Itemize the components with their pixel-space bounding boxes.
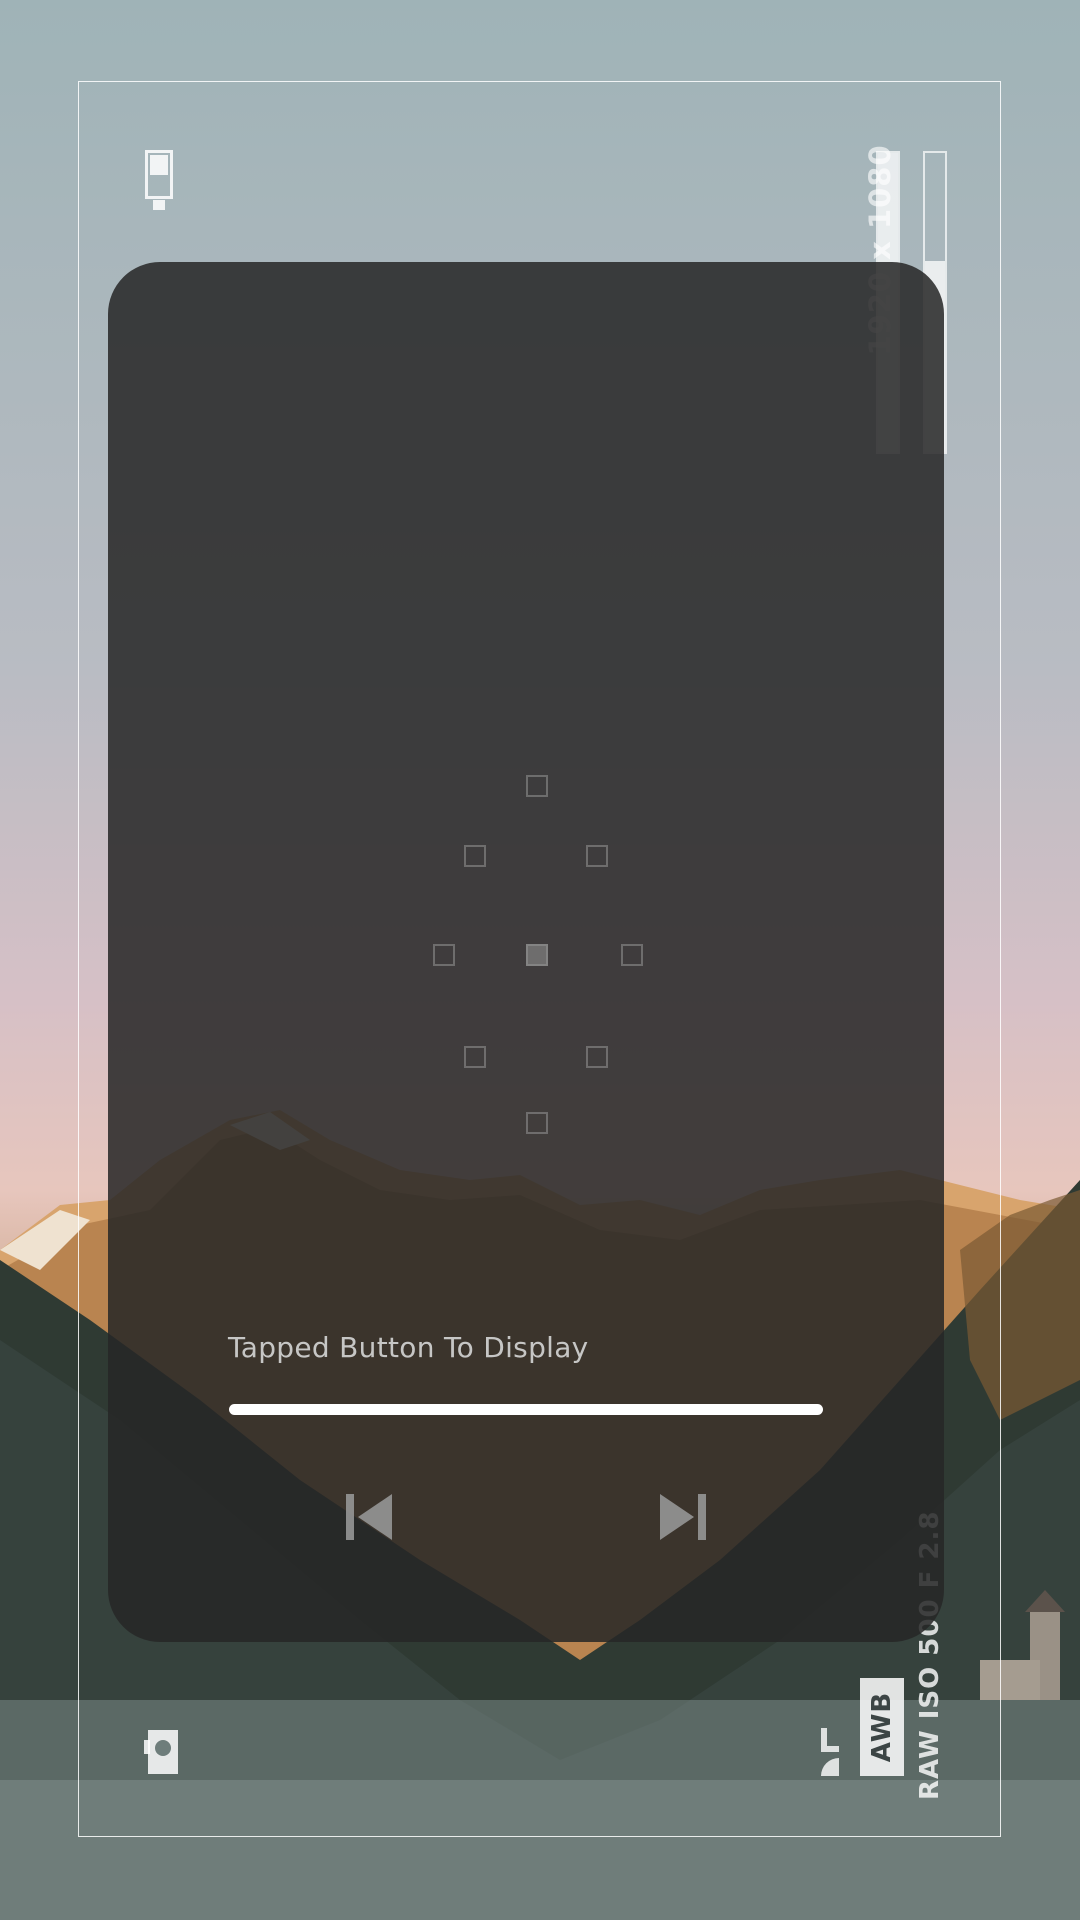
focus-point bbox=[586, 1046, 608, 1068]
focus-point bbox=[586, 845, 608, 867]
progress-bar bbox=[229, 1404, 823, 1415]
skip-next-icon[interactable] bbox=[658, 1492, 708, 1542]
focus-point bbox=[526, 1112, 548, 1134]
status-message: Tapped Button To Display bbox=[228, 1331, 589, 1364]
tap-overlay-panel bbox=[108, 262, 944, 1642]
focus-point bbox=[464, 845, 486, 867]
focus-point bbox=[433, 944, 455, 966]
focus-point-center bbox=[526, 944, 548, 966]
focus-point bbox=[621, 944, 643, 966]
camera-icon[interactable] bbox=[144, 1724, 182, 1776]
white-balance-label: AWB bbox=[867, 1691, 897, 1763]
focus-point bbox=[464, 1046, 486, 1068]
rotate-lock-icon[interactable] bbox=[817, 1726, 843, 1778]
battery-icon bbox=[145, 150, 173, 210]
focus-point bbox=[526, 775, 548, 797]
white-balance-badge[interactable]: AWB bbox=[860, 1678, 904, 1776]
skip-previous-icon[interactable] bbox=[344, 1492, 394, 1542]
